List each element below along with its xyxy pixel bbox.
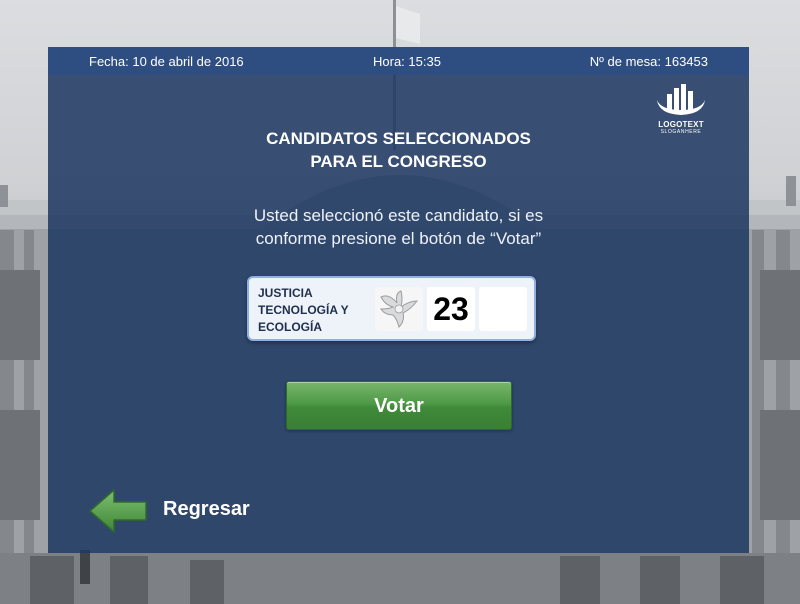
date-label: Fecha: 10 de abril de 2016 xyxy=(89,54,244,69)
candidate-number: 23 xyxy=(427,287,475,331)
instruction-line-2: conforme presione el botón de “Votar” xyxy=(255,229,542,248)
party-logo xyxy=(375,287,423,331)
party-name-line: ECOLOGÍA xyxy=(258,320,323,334)
page-title-line-2: PARA EL CONGRESO xyxy=(310,152,487,171)
back-button[interactable]: Regresar xyxy=(88,486,278,536)
party-name-line: JUSTICIA xyxy=(258,286,313,300)
party-name: JUSTICIA TECNOLOGÍA Y ECOLOGÍA xyxy=(258,285,374,336)
time-label: Hora: 15:35 xyxy=(373,54,441,69)
dove-icon xyxy=(380,290,419,328)
instruction-line-1: Usted seleccionó este candidato, si es xyxy=(253,206,544,225)
vote-button[interactable]: Votar xyxy=(286,381,512,430)
party-name-line: TECNOLOGÍA Y xyxy=(258,303,349,317)
arrow-left-icon xyxy=(89,489,147,533)
page-title-line-1: CANDIDATOS SELECCIONADOS xyxy=(266,129,531,148)
preference-number-box xyxy=(479,287,527,331)
page-title: CANDIDATOS SELECCIONADOS PARA EL CONGRES… xyxy=(48,127,749,173)
table-number-label: Nº de mesa: 163453 xyxy=(589,54,708,69)
selected-candidate-card: JUSTICIA TECNOLOGÍA Y ECOLOGÍA 23 xyxy=(247,276,536,341)
instruction-text: Usted seleccionó este candidato, si es c… xyxy=(48,204,749,250)
bar-chart-logo-icon xyxy=(657,84,705,115)
back-button-label: Regresar xyxy=(163,498,250,520)
header-bar: Fecha: 10 de abril de 2016 Hora: 15:35 N… xyxy=(48,47,749,75)
voting-screen: Fecha: 10 de abril de 2016 Hora: 15:35 N… xyxy=(0,0,800,604)
